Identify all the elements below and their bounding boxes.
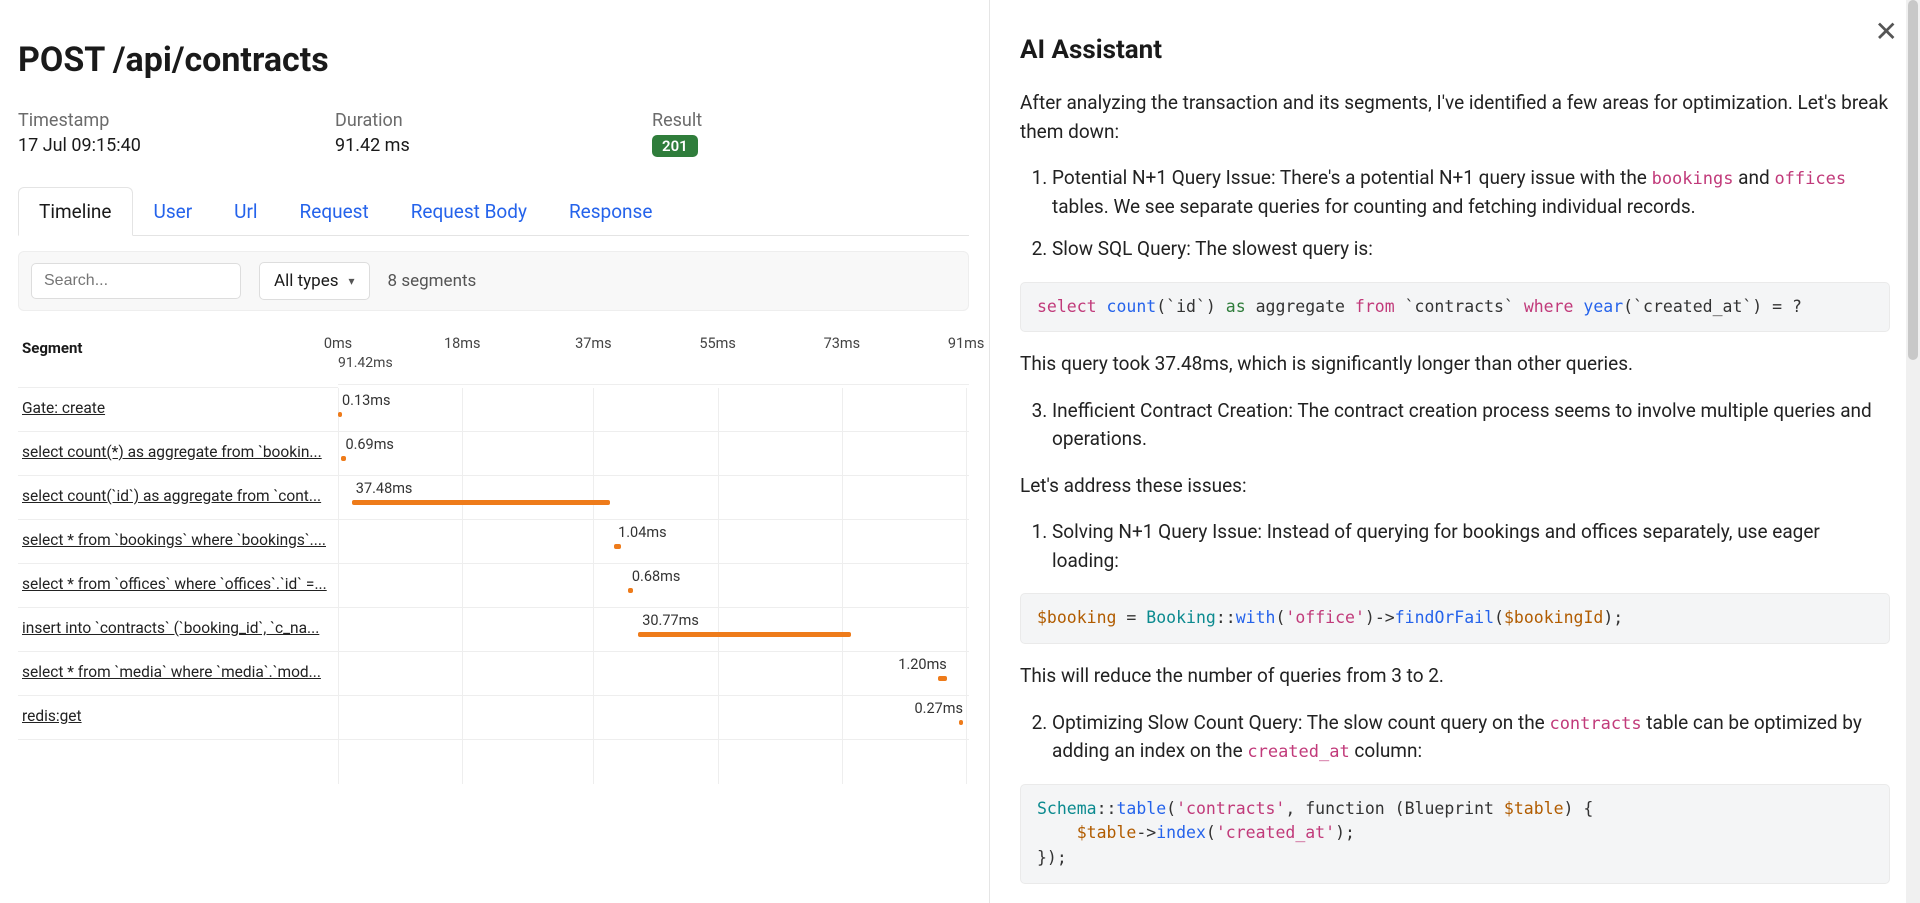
ai-address: Let's address these issues: bbox=[1020, 472, 1890, 501]
tab-url[interactable]: Url bbox=[213, 187, 278, 235]
segment-row-label[interactable]: select count(`id`) as aggregate from `co… bbox=[18, 476, 338, 520]
scrollbar-track[interactable] bbox=[1906, 0, 1920, 903]
segment-bar[interactable] bbox=[628, 588, 633, 593]
segment-row-label[interactable]: insert into `contracts` (`booking_id`, `… bbox=[18, 608, 338, 652]
ai-solve-1: Solving N+1 Query Issue: Instead of quer… bbox=[1052, 518, 1890, 575]
timeline-axis: 91.42ms 0ms18ms37ms55ms73ms91ms bbox=[338, 329, 969, 385]
segment-row-label[interactable]: select count(*) as aggregate from `booki… bbox=[18, 432, 338, 476]
segment-duration-label: 0.69ms bbox=[345, 436, 393, 453]
timeline-tick: 37ms bbox=[575, 335, 612, 352]
ai-point-1: Potential N+1 Query Issue: There's a pot… bbox=[1052, 164, 1890, 221]
type-select[interactable]: All types ▾ bbox=[259, 262, 370, 300]
timeline-tick: 55ms bbox=[699, 335, 736, 352]
segment-duration-label: 1.04ms bbox=[618, 524, 666, 541]
segment-row-bar: 0.27ms bbox=[338, 696, 969, 740]
ai-query-timing: This query took 37.48ms, which is signif… bbox=[1020, 350, 1890, 379]
segment-row-bar: 30.77ms bbox=[338, 608, 969, 652]
code-offices: offices bbox=[1774, 169, 1846, 189]
timeline-grid: Segment 91.42ms 0ms18ms37ms55ms73ms91ms … bbox=[18, 329, 969, 784]
blank-row bbox=[18, 740, 338, 784]
segment-row-label[interactable]: select * from `media` where `media`.`mod… bbox=[18, 652, 338, 696]
tab-request[interactable]: Request bbox=[279, 187, 390, 235]
meta-result-label: Result bbox=[652, 110, 969, 131]
segment-count: 8 segments bbox=[388, 271, 477, 291]
code-block-slow-query[interactable]: select count(`id`) as aggregate from `co… bbox=[1020, 282, 1890, 333]
segment-row-label[interactable]: Gate: create bbox=[18, 388, 338, 432]
code-contracts: contracts bbox=[1549, 714, 1641, 734]
blank-row bbox=[338, 740, 969, 784]
filter-bar: All types ▾ 8 segments bbox=[18, 251, 969, 311]
meta-timestamp: Timestamp 17 Jul 09:15:40 bbox=[18, 110, 335, 157]
meta-duration: Duration 91.42 ms bbox=[335, 110, 652, 157]
code-bookings: bookings bbox=[1652, 169, 1734, 189]
ai-assistant-panel: AI Assistant After analyzing the transac… bbox=[990, 0, 1920, 903]
ai-reduce-queries: This will reduce the number of queries f… bbox=[1020, 662, 1890, 691]
segment-duration-label: 1.20ms bbox=[898, 656, 946, 673]
code-created-at: created_at bbox=[1247, 742, 1349, 762]
meta-duration-value: 91.42 ms bbox=[335, 135, 652, 156]
meta-duration-label: Duration bbox=[335, 110, 652, 131]
segment-bar[interactable] bbox=[338, 412, 342, 417]
segment-row-label[interactable]: select * from `bookings` where `bookings… bbox=[18, 520, 338, 564]
meta-timestamp-value: 17 Jul 09:15:40 bbox=[18, 135, 335, 156]
segment-duration-label: 30.77ms bbox=[642, 612, 699, 629]
close-icon: ✕ bbox=[1875, 16, 1898, 47]
scrollbar-thumb[interactable] bbox=[1908, 0, 1918, 360]
segment-bar[interactable] bbox=[341, 456, 346, 461]
code-block-schema-index[interactable]: Schema::table('contracts', function (Blu… bbox=[1020, 784, 1890, 884]
chevron-down-icon: ▾ bbox=[349, 274, 355, 288]
segment-row-label[interactable]: redis:get bbox=[18, 696, 338, 740]
segment-bar[interactable] bbox=[352, 500, 611, 505]
timeline-tick: 73ms bbox=[824, 335, 861, 352]
page-title: POST /api/contracts bbox=[18, 40, 969, 80]
transaction-detail-panel: POST /api/contracts Timestamp 17 Jul 09:… bbox=[0, 0, 990, 903]
timeline-tick: 91ms bbox=[948, 335, 985, 352]
search-input[interactable] bbox=[31, 263, 241, 299]
timeline-total-label: 91.42ms bbox=[338, 355, 393, 371]
segment-bar[interactable] bbox=[638, 632, 850, 637]
tab-user[interactable]: User bbox=[133, 187, 214, 235]
segment-bar[interactable] bbox=[614, 544, 621, 549]
segment-bar[interactable] bbox=[938, 676, 946, 681]
segment-row-bar: 0.68ms bbox=[338, 564, 969, 608]
close-button[interactable]: ✕ bbox=[1875, 18, 1898, 46]
tab-response[interactable]: Response bbox=[548, 187, 673, 235]
segment-row-bar: 1.04ms bbox=[338, 520, 969, 564]
segment-row-label[interactable]: select * from `offices` where `offices`.… bbox=[18, 564, 338, 608]
segment-row-bar: 0.69ms bbox=[338, 432, 969, 476]
timeline-tick: 0ms bbox=[324, 335, 352, 352]
status-badge: 201 bbox=[652, 135, 698, 157]
tab-timeline[interactable]: Timeline bbox=[18, 187, 133, 236]
ai-point-3: Inefficient Contract Creation: The contr… bbox=[1052, 397, 1890, 454]
segment-row-bar: 37.48ms bbox=[338, 476, 969, 520]
type-select-label: All types bbox=[274, 271, 339, 291]
segment-duration-label: 0.13ms bbox=[342, 392, 390, 409]
meta-row: Timestamp 17 Jul 09:15:40 Duration 91.42… bbox=[18, 110, 969, 157]
ai-title: AI Assistant bbox=[1020, 35, 1890, 65]
ai-solve-2: Optimizing Slow Count Query: The slow co… bbox=[1052, 709, 1890, 766]
meta-timestamp-label: Timestamp bbox=[18, 110, 335, 131]
ai-point-2: Slow SQL Query: The slowest query is: bbox=[1052, 235, 1890, 264]
segment-row-bar: 0.13ms bbox=[338, 388, 969, 432]
segment-header: Segment bbox=[18, 329, 338, 388]
timeline-tick: 18ms bbox=[444, 335, 481, 352]
meta-result: Result 201 bbox=[652, 110, 969, 157]
code-block-eager-loading[interactable]: $booking = Booking::with('office')->find… bbox=[1020, 593, 1890, 644]
ai-body: After analyzing the transaction and its … bbox=[1020, 89, 1890, 903]
tabs: Timeline User Url Request Request Body R… bbox=[18, 187, 969, 236]
segment-bar[interactable] bbox=[959, 720, 963, 725]
segment-duration-label: 0.27ms bbox=[915, 700, 963, 717]
tab-request-body[interactable]: Request Body bbox=[390, 187, 548, 235]
segment-row-bar: 1.20ms bbox=[338, 652, 969, 696]
segment-duration-label: 37.48ms bbox=[356, 480, 413, 497]
ai-intro: After analyzing the transaction and its … bbox=[1020, 89, 1890, 146]
segment-duration-label: 0.68ms bbox=[632, 568, 680, 585]
